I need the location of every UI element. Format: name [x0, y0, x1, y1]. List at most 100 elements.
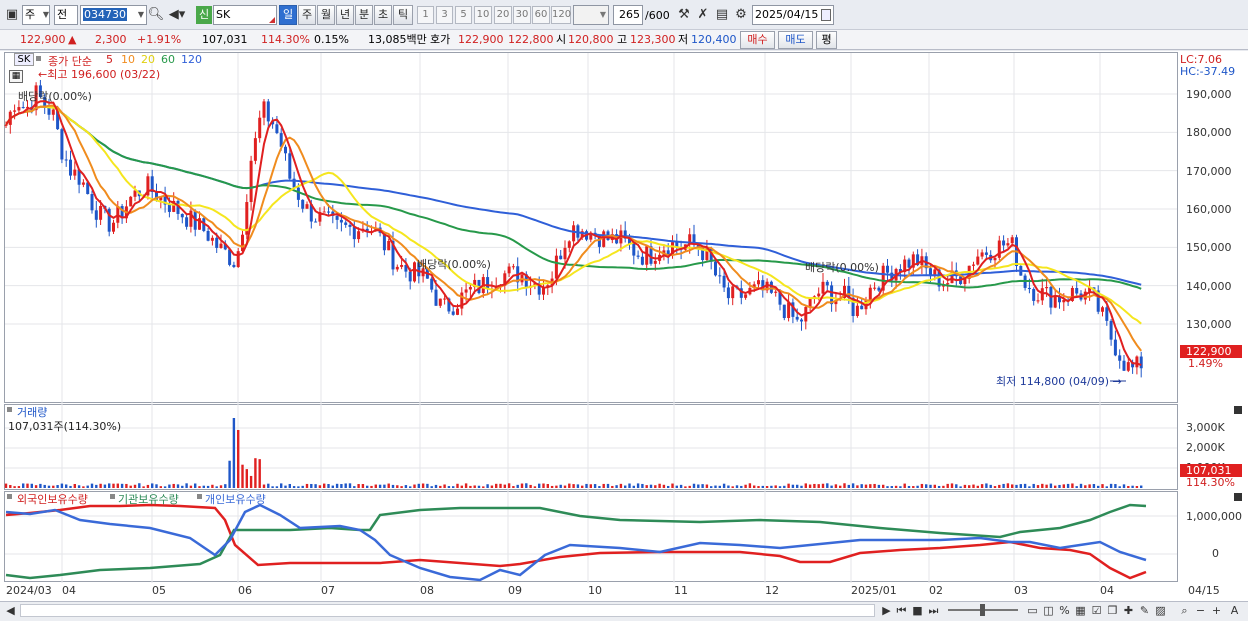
- legend-institution[interactable]: 기관보유수량: [118, 491, 179, 507]
- candle-body: [873, 287, 877, 289]
- x-tick-11: 11: [674, 584, 688, 597]
- candle-body: [352, 226, 356, 240]
- scroll-track[interactable]: [20, 604, 875, 617]
- volume-bar: [125, 483, 128, 488]
- legend-ma5[interactable]: 5: [106, 53, 113, 66]
- volume-bar: [873, 483, 876, 488]
- volume-bar: [882, 484, 885, 488]
- candle-body: [946, 283, 950, 285]
- volume-bar: [1045, 484, 1048, 488]
- candle-body: [795, 316, 799, 320]
- volume-bar: [1023, 483, 1027, 488]
- volume-bar: [1049, 483, 1053, 488]
- candle-body: [1122, 360, 1126, 371]
- panel-close-icon[interactable]: [1234, 493, 1242, 501]
- hold-tick-0: 0: [1212, 547, 1219, 560]
- volume-bar: [576, 484, 580, 488]
- low-note-text: 최저 114,800 (04/09): [996, 375, 1110, 388]
- legend-foreign[interactable]: 외국인보유수량: [17, 491, 88, 507]
- volume-bar: [155, 484, 158, 488]
- candle-body: [1139, 356, 1143, 369]
- layout-icon[interactable]: ▭: [1026, 604, 1039, 617]
- volume-bar: [1092, 484, 1096, 488]
- volume-bar: [925, 484, 928, 488]
- legend-ma60[interactable]: 60: [161, 53, 175, 66]
- legend-ma10[interactable]: 10: [121, 53, 135, 66]
- candle-body: [559, 255, 563, 260]
- volume-bar: [383, 484, 386, 488]
- fast-forward-icon[interactable]: ⏭: [927, 604, 940, 617]
- font-size-icon[interactable]: A: [1228, 604, 1241, 617]
- scroll-left-icon[interactable]: ◀: [4, 604, 17, 617]
- check-icon[interactable]: ☑: [1090, 604, 1103, 617]
- volume-bar: [877, 484, 881, 488]
- scroll-right-icon[interactable]: ▶: [880, 604, 893, 617]
- volume-bar: [1062, 484, 1065, 488]
- volume-bar: [490, 485, 494, 488]
- edit-icon[interactable]: ✎: [1138, 604, 1151, 617]
- volume-bar: [391, 484, 395, 488]
- candle-body: [468, 287, 472, 290]
- volume-bar: [267, 483, 270, 488]
- volume-bar: [916, 485, 919, 488]
- x-tick-05: 05: [152, 584, 166, 597]
- volume-bar: [69, 485, 72, 488]
- volume-bar: [937, 485, 941, 488]
- legend-retail[interactable]: 개인보유수량: [205, 491, 266, 507]
- candle-body: [232, 264, 236, 268]
- zoom-in-icon[interactable]: +: [1210, 604, 1223, 617]
- volume-bar: [237, 430, 240, 488]
- volume-bar: [1075, 486, 1078, 488]
- volume-bar: [783, 485, 786, 488]
- ratio-icon[interactable]: %: [1058, 604, 1071, 617]
- volume-bar: [744, 484, 747, 488]
- volume-bar: [43, 484, 46, 488]
- volume-bar: [120, 483, 124, 488]
- candle-body: [1045, 287, 1049, 289]
- volume-bar: [890, 486, 893, 488]
- zoom-out-icon[interactable]: −: [1194, 604, 1207, 617]
- copy-icon[interactable]: ❐: [1106, 604, 1119, 617]
- volume-bar: [176, 484, 180, 488]
- candle-body: [219, 243, 223, 248]
- volume-bar: [86, 485, 89, 488]
- legend-marker-icon: [36, 56, 41, 61]
- candle-body: [800, 319, 803, 322]
- split-icon[interactable]: ◫: [1042, 604, 1055, 617]
- volume-bar: [34, 485, 38, 488]
- crosshair-icon[interactable]: ✚: [1122, 604, 1135, 617]
- candle-body: [395, 266, 399, 270]
- candle-body: [408, 271, 412, 282]
- volume-bar: [426, 483, 429, 488]
- legend-ma120[interactable]: 120: [181, 53, 202, 66]
- zoom-icon[interactable]: ⌕: [1178, 604, 1191, 617]
- volume-bar: [658, 483, 661, 488]
- x-tick-08: 08: [420, 584, 434, 597]
- stop-icon[interactable]: ■: [911, 604, 924, 617]
- candle-body: [249, 160, 253, 203]
- panel-close-icon[interactable]: [1234, 406, 1242, 414]
- candle-body: [357, 231, 361, 240]
- volume-bar: [632, 485, 635, 488]
- vol-tick-3000k: 3,000K: [1186, 421, 1225, 434]
- zoom-slider-handle[interactable]: [980, 604, 985, 616]
- chart-svg: [4, 53, 1177, 583]
- rewind-icon[interactable]: ⏮: [895, 604, 908, 617]
- volume-bar: [525, 483, 528, 488]
- legend-ma20[interactable]: 20: [141, 53, 155, 66]
- candle-body: [860, 305, 864, 310]
- volume-bar: [1011, 484, 1014, 488]
- volume-bar: [1084, 485, 1087, 488]
- volume-bar: [1058, 484, 1061, 488]
- volume-bar: [378, 484, 382, 488]
- high-note: ←최고 196,600 (03/22): [38, 68, 161, 81]
- volume-bar: [17, 486, 21, 488]
- volume-bar: [740, 485, 743, 488]
- table-icon[interactable]: ▦: [1074, 604, 1087, 617]
- code-tag[interactable]: SK: [14, 53, 34, 66]
- image-icon[interactable]: ▨: [1154, 604, 1167, 617]
- volume-bar: [77, 485, 81, 488]
- volume-bar: [452, 486, 455, 488]
- candle-body: [296, 187, 300, 200]
- grid-toggle-icon[interactable]: ▦: [9, 70, 23, 83]
